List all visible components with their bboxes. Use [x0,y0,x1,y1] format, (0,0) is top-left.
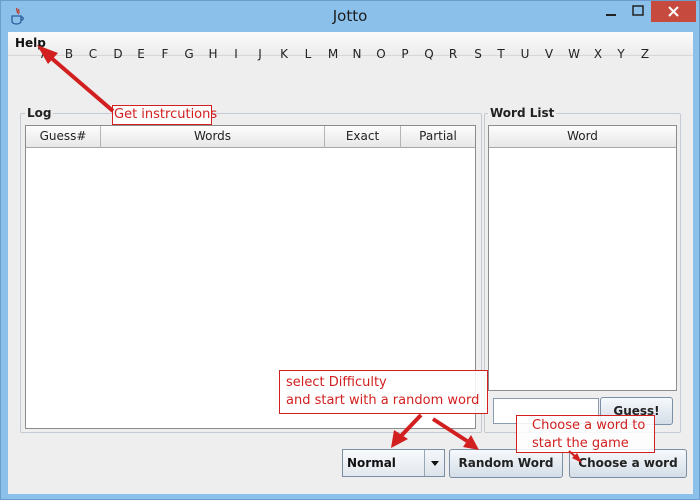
maximize-button[interactable] [625,1,651,22]
letter-k: K [280,47,288,61]
column-header-exact[interactable]: Exact [325,126,401,148]
letter-j: J [258,47,262,61]
window-title: Jotto [332,7,368,25]
alphabet-row: ABC DE F GH I J K L MNO P QR S T UVWXY Z [27,47,667,65]
letter-p: P [401,47,409,61]
letter-s: S [474,47,482,61]
letter-h: H [208,47,218,61]
letter-b: B [64,47,74,61]
letter-n: N [352,47,362,61]
column-header-partial[interactable]: Partial [401,126,475,148]
letter-a: A [40,47,50,61]
letter-y: Y [617,47,625,61]
letter-q: Q [424,47,434,61]
letter-d: D [113,47,123,61]
minimize-button[interactable] [597,1,625,22]
letter-e: E [137,47,145,61]
letter-c: C [88,47,98,61]
close-button[interactable] [651,1,696,22]
choose-word-button[interactable]: Choose a word [569,449,687,478]
column-header-word[interactable]: Word [489,126,676,148]
letter-w: W [568,47,580,61]
annotation-difficulty: select Difficulty and start with a rando… [279,370,488,414]
title-bar[interactable]: Jotto [1,1,699,32]
random-word-button[interactable]: Random Word [449,449,563,478]
word-list-header: Word [489,126,676,148]
letter-x: X [593,47,603,61]
letter-u: U [520,47,530,61]
letter-t: T [497,47,505,61]
letter-m: M [327,47,339,61]
word-list-table[interactable]: Word [488,125,677,391]
difficulty-dropdown-button[interactable] [424,450,444,476]
word-list-panel-title: Word List [488,106,557,120]
difficulty-select[interactable]: Normal [342,449,445,477]
minimize-icon [606,14,616,16]
letter-i: I [234,47,238,61]
log-table-header: Guess# Words Exact Partial [26,126,475,148]
letter-g: G [184,47,194,61]
letter-r: R [448,47,458,61]
column-header-guess-number[interactable]: Guess# [26,126,101,148]
letter-z: Z [640,47,650,61]
app-window: Jotto Help ABCDEFGHIJKLMNOPQRSTUVWXYZ Lo… [0,0,700,500]
letter-v: V [544,47,554,61]
letter-l: L [304,47,312,61]
maximize-icon [632,5,644,16]
log-panel-title: Log [25,106,54,120]
annotation-choose-word: Choose a word to start the game [516,415,655,453]
letter-o: O [376,47,386,61]
letter-f: F [161,47,169,61]
column-header-words[interactable]: Words [101,126,325,148]
chevron-down-icon [431,461,439,466]
difficulty-selected-value: Normal [347,456,396,470]
close-icon [668,6,679,17]
annotation-instructions: Get instrcutions [112,105,217,125]
